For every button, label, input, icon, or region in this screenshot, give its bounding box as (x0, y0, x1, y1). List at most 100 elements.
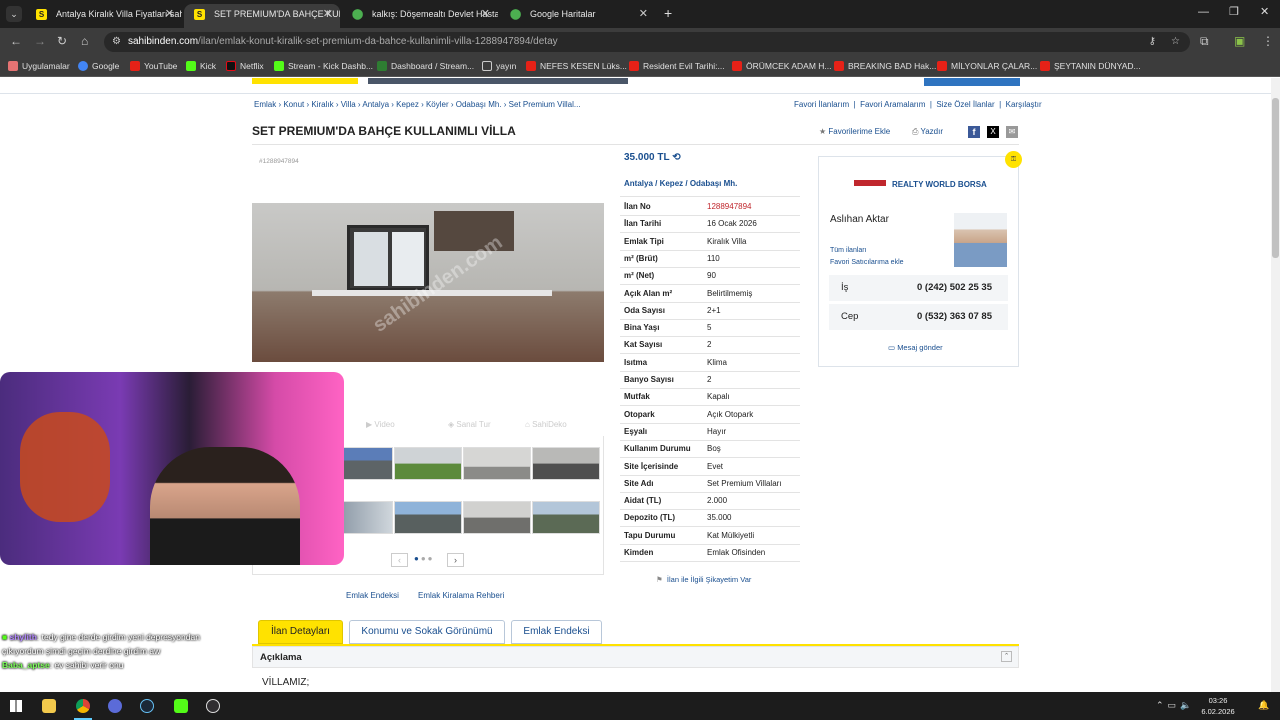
breadcrumb-item[interactable]: Kiralık (311, 100, 333, 109)
bookmark-youtube[interactable]: YouTube (130, 60, 177, 72)
location-neighborhood-link[interactable]: Odabaşı Mh. (690, 179, 738, 188)
bookmark-netflix[interactable]: Netflix (226, 60, 264, 72)
breadcrumb-item[interactable]: Villa (341, 100, 356, 109)
breadcrumb-item[interactable]: Köyler (426, 100, 449, 109)
bookmark-google[interactable]: Google (78, 60, 119, 72)
bookmark-video-1[interactable]: NEFES KESEN Lüks... (526, 60, 627, 72)
bookmark-kick[interactable]: Kick (186, 60, 216, 72)
breadcrumb-item[interactable]: Kepez (396, 100, 419, 109)
maximize-button[interactable]: ❐ (1229, 5, 1239, 18)
steam-icon[interactable] (140, 699, 154, 713)
home-icon[interactable]: ⌂ (81, 34, 88, 48)
close-icon[interactable]: ✕ (323, 4, 332, 24)
page-scrollbar[interactable] (1271, 78, 1280, 692)
tab-google-maps[interactable]: ⬤ Google Haritalar ✕ (500, 4, 656, 28)
site-info-icon[interactable]: ⚙ (112, 32, 121, 52)
close-icon[interactable]: ✕ (639, 4, 648, 24)
tab-maps-route[interactable]: ⬤ kalkış: Döşemealtı Devlet Hastanesi ✕ (342, 4, 498, 28)
favorite-add-button[interactable]: ★ Favorilerime Ekle (819, 127, 890, 136)
reload-icon[interactable]: ↻ (57, 34, 67, 48)
send-message-button[interactable]: ▭ Mesaj gönder (888, 343, 943, 352)
tab-search-button[interactable]: ⌄ (6, 6, 22, 22)
tab-current-listing[interactable]: S SET PREMIUM'DA BAHÇE KULLANIMLI ✕ (184, 4, 340, 28)
location-district-link[interactable]: Kepez (660, 179, 684, 188)
media-tab-virtual-tour[interactable]: ◈ Sanal Tur (448, 420, 491, 429)
bookmark-star-icon[interactable]: ☆ (1171, 32, 1180, 52)
chrome-icon[interactable] (76, 699, 90, 713)
breadcrumb-item[interactable]: Set Premium Villal... (509, 100, 581, 109)
location-city-link[interactable]: Antalya (624, 179, 653, 188)
thumbnail[interactable] (532, 501, 600, 534)
main-photo[interactable]: sahibinden.com (252, 203, 604, 362)
phone-number[interactable]: 0 (532) 363 07 85 (917, 304, 992, 330)
bookmark-video-6[interactable]: ŞEYTANIN DÜNYAD... (1040, 60, 1141, 72)
print-button[interactable]: ⎙ Yazdır (912, 127, 943, 137)
bookmark-video-3[interactable]: ÖRÜMCEK ADAM H... (732, 60, 831, 72)
thumbnail[interactable] (394, 447, 462, 480)
breadcrumb-item[interactable]: Emlak (254, 100, 276, 109)
phone-number[interactable]: 0 (242) 502 25 35 (917, 275, 992, 301)
bookmark-video-2[interactable]: Resident Evil Tarihi:... (629, 60, 725, 72)
thumbnail[interactable] (394, 501, 462, 534)
tab-location-street-view[interactable]: Konumu ve Sokak Görünümü (349, 620, 505, 644)
thumb-prev-button[interactable]: ‹ (391, 553, 408, 567)
favorite-seller-link[interactable]: Favori Satıcılarıma ekle (830, 259, 904, 266)
thumbnail[interactable] (463, 501, 531, 534)
special-listings-link[interactable]: Size Özel İlanlar (936, 100, 994, 109)
thumb-next-button[interactable]: › (447, 553, 464, 567)
password-key-icon[interactable]: ⚷ (1149, 32, 1156, 52)
close-icon[interactable]: ✕ (165, 4, 174, 24)
all-listings-link[interactable]: Tüm ilanları (830, 247, 867, 254)
agency-name[interactable]: REALTY WORLD BORSA (892, 180, 987, 189)
seller-avatar[interactable] (954, 213, 1007, 267)
window-close-button[interactable]: ✕ (1260, 5, 1269, 18)
address-bar[interactable]: ⚙ sahibinden.com/ilan/emlak-konut-kirali… (104, 32, 1190, 52)
system-tray[interactable]: ⌃▭🔈 (1156, 700, 1195, 711)
thumbnail[interactable] (463, 447, 531, 480)
file-explorer-icon[interactable] (42, 699, 56, 713)
breadcrumb-item[interactable]: Odabaşı Mh. (456, 100, 502, 109)
extensions-icon[interactable]: ⧉ (1200, 34, 1209, 49)
close-icon[interactable]: ✕ (481, 4, 490, 24)
facebook-share-icon[interactable]: f (968, 126, 980, 138)
tab-listings[interactable]: S Antalya Kiralık Villa Fiyatları sahibi… (26, 4, 182, 28)
obs-icon[interactable] (206, 699, 220, 713)
windows-start-icon[interactable] (10, 700, 22, 712)
breadcrumb-item[interactable]: Antalya (362, 100, 389, 109)
scrollbar-thumb[interactable] (1272, 98, 1279, 258)
complaint-link[interactable]: ⚑ İlan ile İlgili Şikayetim Var (656, 575, 751, 584)
obs-like-icon[interactable] (108, 699, 122, 713)
price-history-icon[interactable]: ⟲ (672, 152, 680, 163)
breadcrumb-item[interactable]: Konut (283, 100, 304, 109)
new-tab-button[interactable]: + (664, 5, 672, 21)
bookmark-dashboard[interactable]: Dashboard / Stream... (377, 60, 474, 72)
bookmark-kick-dashboard[interactable]: Stream - Kick Dashb... (274, 60, 373, 72)
header-post-button[interactable] (924, 78, 1020, 86)
emlak-endeksi-link[interactable]: Emlak Endeksi (346, 591, 399, 600)
bookmark-video-5[interactable]: MİLYONLAR ÇALAR... (937, 60, 1037, 72)
collapse-icon[interactable]: ⌃ (1001, 651, 1012, 662)
back-icon[interactable]: ← (10, 34, 22, 48)
favorite-listings-link[interactable]: Favori İlanlarım (794, 100, 849, 109)
tab-emlak-endeksi[interactable]: Emlak Endeksi (511, 620, 602, 644)
favorite-searches-link[interactable]: Favori Aramalarım (860, 100, 925, 109)
forward-icon[interactable]: → (34, 34, 46, 48)
kick-app-icon[interactable] (174, 699, 188, 713)
bookmark-apps[interactable]: Uygulamalar (8, 60, 70, 72)
notification-icon[interactable]: 🔔 (1258, 700, 1269, 711)
bookmark-video-4[interactable]: BREAKING BAD Hak... (834, 60, 936, 72)
clock[interactable]: 03:26 6.02.2026 (1200, 695, 1236, 717)
menu-icon[interactable]: ⋮ (1262, 34, 1274, 48)
x-share-icon[interactable]: X (987, 126, 999, 138)
rental-guide-link[interactable]: Emlak Kiralama Rehberi (418, 591, 504, 600)
thumbnail[interactable] (532, 447, 600, 480)
media-tab-sahideko[interactable]: ⌂ SahiDeko (525, 420, 567, 429)
media-tab-video[interactable]: ▶ Video (366, 420, 395, 429)
tab-listing-details[interactable]: İlan Detayları (258, 620, 343, 644)
bookmark-folder-yayin[interactable]: yayın (482, 60, 516, 72)
email-share-icon[interactable]: ✉ (1006, 126, 1018, 138)
minimize-button[interactable]: — (1198, 6, 1209, 18)
compare-link[interactable]: Karşılaştır (1006, 100, 1042, 109)
profile-icon[interactable]: ▣ (1234, 34, 1245, 48)
secure-badge-icon[interactable]: ⚿ (1005, 151, 1022, 168)
